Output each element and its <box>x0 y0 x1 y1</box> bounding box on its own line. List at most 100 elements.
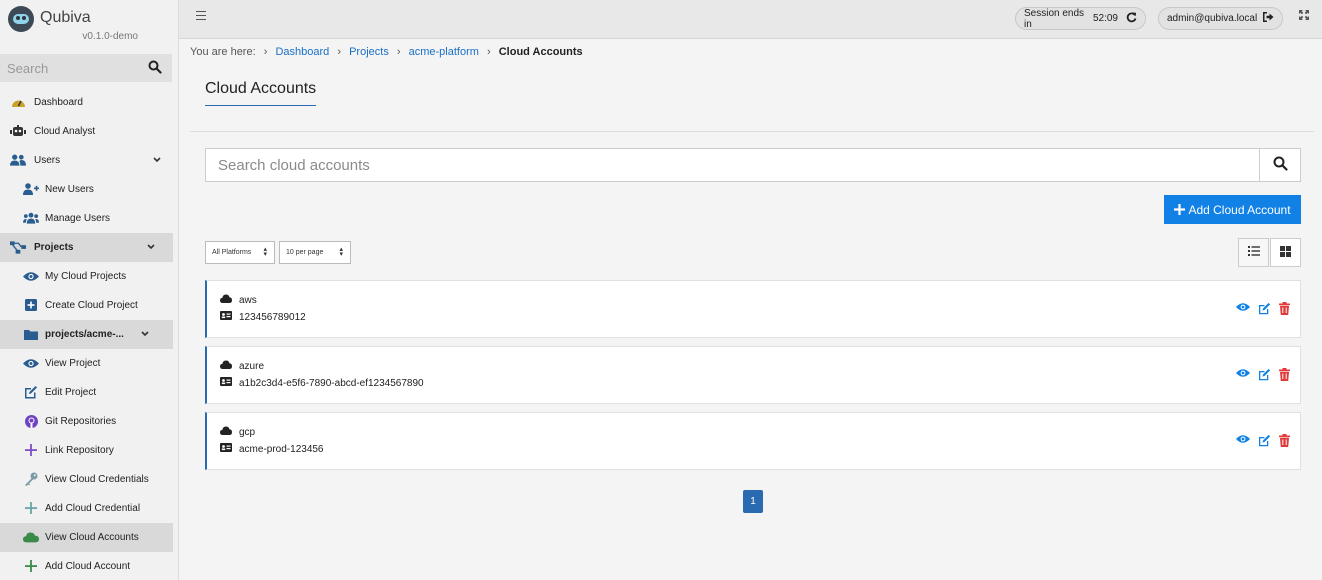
edit-icon <box>23 385 39 399</box>
eye-icon <box>23 269 39 283</box>
select-arrows-icon: ▴ ▾ <box>339 246 343 258</box>
chevron-down-icon <box>147 242 155 252</box>
folder-icon <box>23 327 39 341</box>
app-name: Qubiva <box>40 9 91 26</box>
search-button[interactable] <box>1259 148 1301 182</box>
sidebar-item-edit-project[interactable]: Edit Project <box>0 378 179 407</box>
plus-icon <box>23 501 39 515</box>
edit-icon[interactable] <box>1258 434 1271 450</box>
qubiva-logo-icon <box>8 6 34 32</box>
per-page-value: 10 per page <box>286 249 324 256</box>
sidebar-item-dashboard[interactable]: Dashboard <box>0 88 179 117</box>
users-icon <box>10 153 26 167</box>
user-menu[interactable]: admin@qubiva.local <box>1158 7 1283 30</box>
sidebar-item-projects[interactable]: Projects <box>0 233 173 262</box>
sidebar-item-link-repository[interactable]: Link Repository <box>0 436 179 465</box>
sidebar-item-add-cloud-account[interactable]: Add Cloud Account <box>0 552 179 580</box>
delete-trash-icon[interactable] <box>1279 302 1290 318</box>
sidebar-item-label: Create Cloud Project <box>45 300 138 311</box>
users-cog-icon <box>23 211 39 225</box>
select-arrows-icon: ▴ ▾ <box>263 246 267 258</box>
user-plus-icon <box>23 182 39 196</box>
breadcrumb-separator: › <box>337 46 342 58</box>
sidebar-item-label: projects/acme-... <box>45 329 124 340</box>
sidebar-nav: Dashboard Cloud Analyst Users New Users … <box>0 88 179 580</box>
sidebar-item-cloud-analyst[interactable]: Cloud Analyst <box>0 117 179 146</box>
topbar: Session ends in 52:09 admin@qubiva.local <box>179 0 1322 39</box>
session-label: Session ends in <box>1024 7 1085 30</box>
list-view-button[interactable] <box>1238 238 1269 267</box>
search-icon[interactable] <box>148 60 164 76</box>
sidebar-item-label: New Users <box>45 184 94 195</box>
sidebar-item-users[interactable]: Users <box>0 146 179 175</box>
id-card-icon <box>220 377 232 389</box>
edit-icon[interactable] <box>1258 368 1271 384</box>
grid-view-button[interactable] <box>1270 238 1301 267</box>
sidebar-item-label: Manage Users <box>45 213 111 224</box>
account-platform: aws <box>239 294 257 306</box>
breadcrumb-separator: › <box>486 46 491 58</box>
sidebar-item-add-cloud-credential[interactable]: Add Cloud Credential <box>0 494 179 523</box>
breadcrumb-current: Cloud Accounts <box>498 46 583 58</box>
cloud-icon <box>220 294 232 306</box>
delete-trash-icon[interactable] <box>1279 368 1290 384</box>
sidebar-item-label: Link Repository <box>45 445 114 456</box>
sidebar-item-current-project[interactable]: projects/acme-... <box>0 320 173 349</box>
sidebar-item-view-project[interactable]: View Project <box>0 349 179 378</box>
sidebar-item-label: View Cloud Credentials <box>45 474 149 485</box>
sidebar-item-new-users[interactable]: New Users <box>0 175 179 204</box>
sidebar-item-create-cloud-project[interactable]: Create Cloud Project <box>0 291 179 320</box>
add-cloud-account-label: Add Cloud Account <box>1188 202 1291 217</box>
delete-trash-icon[interactable] <box>1279 434 1290 450</box>
breadcrumb: You are here: › Dashboard › Projects › a… <box>190 46 583 58</box>
view-eye-icon[interactable] <box>1236 368 1250 384</box>
breadcrumb-link-projects[interactable]: Projects <box>349 46 389 58</box>
account-platform: gcp <box>239 426 256 438</box>
sidebar-search <box>0 54 172 82</box>
search-icon <box>1273 156 1288 174</box>
sidebar-item-my-cloud-projects[interactable]: My Cloud Projects <box>0 262 179 291</box>
sidebar-item-label: View Cloud Accounts <box>45 532 139 543</box>
breadcrumb-separator: › <box>263 46 268 58</box>
view-eye-icon[interactable] <box>1236 434 1250 450</box>
hamburger-menu-icon[interactable] <box>196 11 206 20</box>
sidebar-item-git-repositories[interactable]: Git Repositories <box>0 407 179 436</box>
platform-filter-value: All Platforms <box>212 249 252 256</box>
sidebar-item-label: Dashboard <box>34 97 83 108</box>
breadcrumb-separator: › <box>396 46 401 58</box>
breadcrumb-link-dashboard[interactable]: Dashboard <box>275 46 329 58</box>
sidebar-item-view-cloud-credentials[interactable]: View Cloud Credentials <box>0 465 179 494</box>
chevron-down-icon <box>141 329 149 339</box>
breadcrumb-link-project[interactable]: acme-platform <box>409 46 479 58</box>
logout-icon[interactable] <box>1263 12 1274 25</box>
plus-icon <box>23 443 39 457</box>
dashboard-gauge-icon <box>10 95 26 109</box>
sidebar-search-input[interactable] <box>0 54 140 82</box>
refresh-session-icon[interactable] <box>1126 12 1137 26</box>
pagination-page-button[interactable]: 1 <box>743 490 763 513</box>
cloud-accounts-search-input[interactable] <box>205 148 1260 182</box>
sidebar-item-label: Cloud Analyst <box>34 126 96 137</box>
edit-icon[interactable] <box>1258 302 1271 318</box>
cloud-icon <box>220 360 232 372</box>
eye-icon <box>23 356 39 370</box>
plus-icon <box>23 559 39 573</box>
sidebar-item-manage-users[interactable]: Manage Users <box>0 204 179 233</box>
account-id: 123456789012 <box>239 311 306 323</box>
brand[interactable]: Qubiva v0.1.0-demo <box>0 0 178 52</box>
id-card-icon <box>220 443 232 455</box>
per-page-select[interactable]: 10 per page ▴ ▾ <box>279 241 351 264</box>
sidebar-item-label: My Cloud Projects <box>45 271 127 282</box>
id-card-icon <box>220 311 232 323</box>
fullscreen-icon[interactable] <box>1299 10 1309 23</box>
platform-filter-select[interactable]: All Platforms ▴ ▾ <box>205 241 275 264</box>
github-icon <box>23 414 39 428</box>
view-eye-icon[interactable] <box>1236 302 1250 318</box>
sidebar-item-label: View Project <box>45 358 101 369</box>
sidebar-item-label: Edit Project <box>45 387 97 398</box>
chevron-down-icon <box>153 155 161 165</box>
add-cloud-account-button[interactable]: Add Cloud Account <box>1164 195 1301 224</box>
sidebar-item-view-cloud-accounts[interactable]: View Cloud Accounts <box>0 523 173 552</box>
app-version: v0.1.0-demo <box>82 31 138 42</box>
plus-square-icon <box>23 298 39 312</box>
